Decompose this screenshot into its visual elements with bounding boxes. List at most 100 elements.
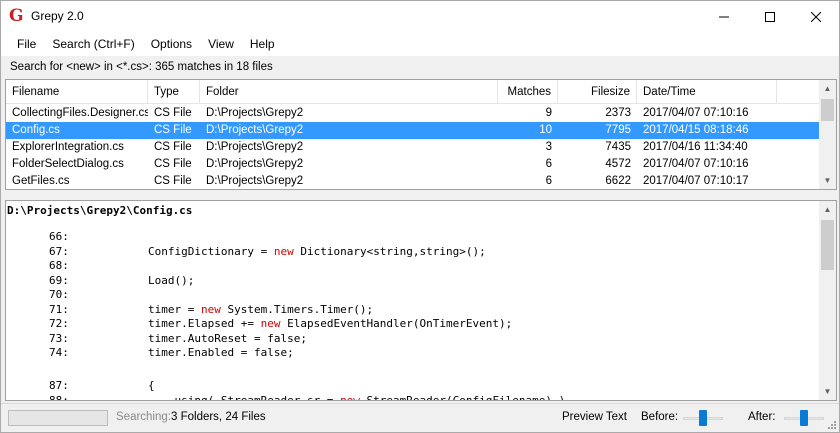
cell-folder: D:\Projects\Grepy2 (206, 158, 304, 170)
code-text: Dictionary<string,string>(); (293, 244, 486, 258)
cell-filesize: 2373 (605, 107, 631, 119)
column-header-matches[interactable]: Matches (498, 80, 558, 104)
code-text: { (148, 379, 155, 392)
cell-datetime: 2017/04/07 07:10:16 (643, 107, 749, 119)
cell-matches: 3 (545, 141, 552, 153)
slider-handle[interactable] (800, 410, 808, 426)
line-text: timer.Enabled = false; (148, 346, 294, 360)
code-text: ConfigDictionary = (148, 244, 274, 258)
code-line: 67: ConfigDictionary = new Dictionary<str… (6, 245, 818, 259)
resize-grip-icon[interactable] (826, 419, 836, 429)
cell-matches: 6 (545, 175, 552, 187)
code-line: 69: Load(); (6, 274, 818, 288)
table-row[interactable]: ExplorerIntegration.cs CS File D:\Projec… (6, 139, 820, 156)
cell-folder: D:\Projects\Grepy2 (206, 107, 304, 119)
cell-filesize: 7435 (605, 141, 631, 153)
line-text: timer.Elapsed += new ElapsedEventHandler… (148, 317, 512, 331)
scrollbar-thumb[interactable] (821, 220, 834, 270)
code-line: 68: (6, 259, 818, 273)
keyword: new (200, 302, 221, 316)
scroll-up-arrow-icon[interactable]: ▲ (819, 80, 836, 97)
cell-datetime: 2017/04/07 07:10:17 (643, 175, 749, 187)
column-header-type[interactable]: Type (148, 80, 200, 104)
line-text: { (148, 379, 155, 393)
column-header-filesize[interactable]: Filesize (558, 80, 637, 104)
minimize-button[interactable] (701, 1, 747, 32)
menu-help[interactable]: Help (242, 34, 283, 54)
column-header-filename[interactable]: Filename (6, 80, 148, 104)
table-row[interactable]: GetFiles.cs CS File D:\Projects\Grepy2 6… (6, 173, 820, 189)
cell-datetime: 2017/04/16 11:34:40 (643, 141, 748, 153)
scroll-down-arrow-icon[interactable]: ▼ (819, 383, 836, 400)
line-number: 74: (49, 346, 69, 359)
preview-pane[interactable]: D:\Projects\Grepy2\Config.cs 66: 67: Confi… (5, 200, 837, 401)
code-text: timer.Enabled = false; (148, 346, 294, 359)
cell-datetime: 2017/04/07 07:10:16 (643, 158, 749, 170)
table-row[interactable]: FolderSelectDialog.cs CS File D:\Project… (6, 156, 820, 173)
cell-filesize: 7795 (605, 124, 631, 136)
code-line: 88: using( StreamReader sr = new StreamR… (6, 393, 818, 401)
cell-filename: GetFiles.cs (12, 175, 70, 187)
line-number: 68: (49, 259, 69, 272)
cell-filename: ExplorerIntegration.cs (12, 141, 124, 153)
results-scrollbar[interactable]: ▲ ▼ (819, 80, 836, 189)
maximize-button[interactable] (747, 1, 793, 32)
pane-splitter[interactable] (5, 192, 837, 198)
cell-matches: 10 (539, 124, 552, 136)
line-text: Load(); (148, 274, 194, 288)
keyword: new (340, 393, 360, 401)
scroll-down-arrow-icon[interactable]: ▼ (819, 172, 836, 189)
app-logo-icon: G (9, 6, 24, 26)
code-line: 72: timer.Elapsed += new ElapsedEventHand… (6, 317, 818, 331)
slider-handle[interactable] (699, 410, 707, 426)
code-text: System.Timers.Timer(); (220, 302, 374, 316)
menu-view[interactable]: View (200, 34, 242, 54)
results-header: Filename Type Folder Matches Filesize Da… (6, 80, 820, 104)
cell-type: CS File (154, 158, 192, 170)
cell-filesize: 4572 (605, 158, 631, 170)
cell-datetime: 2017/04/15 08:18:46 (643, 124, 749, 136)
table-row-selected[interactable]: Config.cs CS File D:\Projects\Grepy2 10 … (6, 122, 820, 139)
cell-type: CS File (154, 124, 192, 136)
cell-type: CS File (154, 175, 192, 187)
line-number: 87: (49, 379, 69, 392)
before-lines-slider[interactable] (683, 408, 723, 428)
table-row[interactable]: CollectingFiles.Designer.cs CS File D:\P… (6, 105, 820, 122)
menu-options[interactable]: Options (143, 34, 200, 54)
preview-scrollbar[interactable]: ▲ ▼ (819, 201, 836, 400)
cell-matches: 9 (545, 107, 552, 119)
column-header-folder[interactable]: Folder (200, 80, 498, 104)
scroll-up-arrow-icon[interactable]: ▲ (819, 201, 836, 218)
after-label: After: (748, 411, 776, 423)
cell-type: CS File (154, 107, 192, 119)
column-header-datetime[interactable]: Date/Time (637, 80, 777, 104)
results-list[interactable]: Filename Type Folder Matches Filesize Da… (5, 79, 837, 190)
line-number: 72: (49, 317, 69, 330)
code-line: 66: (6, 230, 818, 244)
title-bar[interactable]: G Grepy 2.0 (1, 1, 839, 32)
code-text: Load(); (148, 273, 195, 287)
cell-filename: CollectingFiles.Designer.cs (12, 107, 148, 119)
scrollbar-thumb[interactable] (821, 99, 834, 121)
cell-folder: D:\Projects\Grepy2 (206, 141, 304, 153)
close-icon (811, 11, 821, 22)
search-summary: Search for <new> in <*.cs>: 365 matches … (5, 58, 837, 76)
line-number: 69: (49, 273, 69, 287)
keyword: new (260, 317, 281, 330)
preview-text-toggle[interactable]: Preview Text (562, 411, 627, 423)
maximize-icon (765, 11, 775, 22)
line-number: 67: (49, 244, 69, 258)
window-title: Grepy 2.0 (31, 9, 84, 23)
cell-type: CS File (154, 141, 192, 153)
close-button[interactable] (793, 1, 839, 32)
preview-file-path: D:\Projects\Grepy2\Config.cs (7, 204, 193, 217)
after-lines-slider[interactable] (784, 408, 824, 428)
code-text: ElapsedEventHandler(OnTimerEvent); (280, 317, 513, 330)
code-text: timer.Elapsed += (148, 317, 261, 330)
code-text: StreamReader(ConfigFilename) ) (359, 393, 566, 401)
menu-search[interactable]: Search (Ctrl+F) (44, 34, 142, 54)
code-line: 71: timer = new System.Timers.Timer(); (6, 303, 818, 317)
cell-matches: 6 (545, 158, 552, 170)
menu-file[interactable]: File (9, 34, 44, 54)
